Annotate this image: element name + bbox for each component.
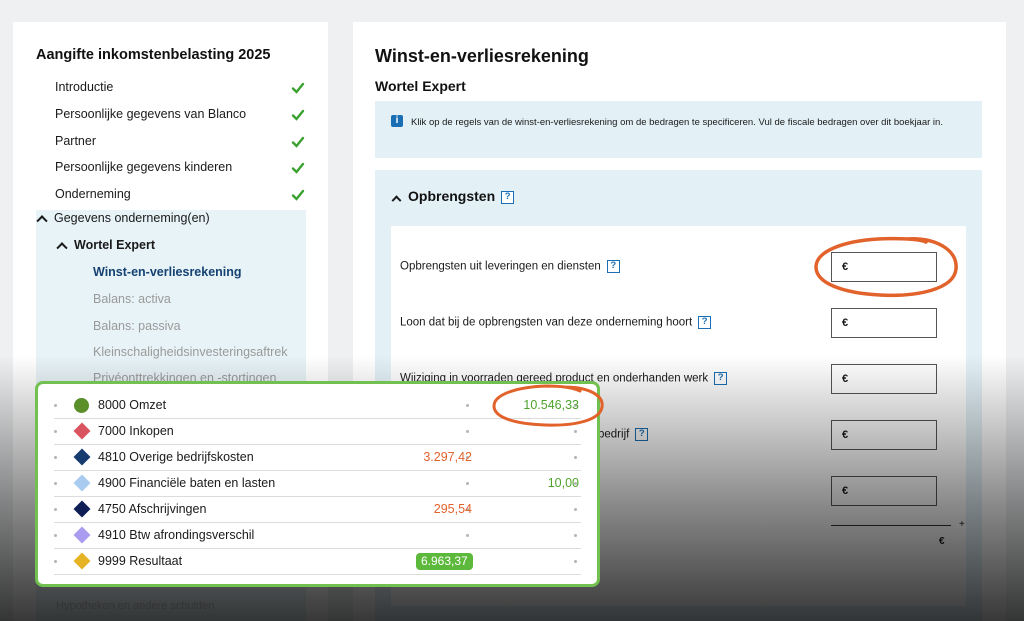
group-toggle-gegevens-onderneming[interactable]: Gegevens onderneming(en) [36, 211, 210, 227]
help-icon[interactable]: ? [698, 316, 712, 329]
help-icon[interactable]: ? [606, 260, 620, 273]
company-label: Wortel Expert [74, 238, 156, 252]
chevron-up-icon [56, 242, 68, 254]
sidebar-subitem[interactable]: Kleinschaligheidsinvesteringsaftrek [93, 345, 288, 359]
amount-input[interactable]: € [831, 308, 937, 338]
ledger-account-name: 4900 Financiële baten en lasten [98, 476, 276, 490]
field-label-text: Opbrengsten uit leveringen en diensten [400, 260, 601, 273]
sidebar-step[interactable]: Persoonlijke gegevens kinderen [55, 160, 305, 174]
separator-dot [54, 456, 57, 459]
sidebar-step[interactable]: Persoonlijke gegevens van Blanco [55, 107, 305, 121]
ledger-row[interactable]: 9999 Resultaat 6.963,37 [54, 549, 581, 575]
company-subtitle: Wortel Expert [375, 78, 466, 94]
chevron-up-icon [36, 215, 48, 227]
chevron-up-icon [391, 195, 402, 206]
separator-dot [574, 456, 577, 459]
separator-dot [54, 430, 57, 433]
separator-dot [54, 508, 57, 511]
amount-input[interactable]: € [831, 476, 937, 506]
amount-input[interactable]: € [831, 364, 937, 394]
ledger-row[interactable]: 4750 Afschrijvingen 295,54 [54, 497, 581, 523]
sidebar-step[interactable]: Introductie [55, 80, 305, 94]
field-label: bedrijf? [598, 428, 649, 441]
check-icon [291, 162, 305, 174]
amount-input[interactable]: € [831, 252, 937, 282]
group-label: Gegevens onderneming(en) [54, 211, 210, 225]
ledger-row[interactable]: 4810 Overige bedrijfskosten 3.297,42 [54, 445, 581, 471]
check-icon [291, 109, 305, 121]
sidebar-subitem[interactable]: Winst-en-verliesrekening [93, 265, 242, 279]
separator-dot [574, 560, 577, 563]
amount-input[interactable]: € [831, 420, 937, 450]
ledger-account-name: 4810 Overige bedrijfskosten [98, 450, 254, 464]
ledger-card: 8000 Omzet 10.546,33 7000 Inkopen 4810 Over… [35, 381, 600, 587]
ledger-row[interactable]: 4910 Btw afrondingsverschil [54, 523, 581, 549]
ledger-account-name: 7000 Inkopen [98, 424, 174, 438]
separator-dot [574, 430, 577, 433]
sidebar-step[interactable]: Partner [55, 134, 305, 148]
info-text: Klik op de regels van de winst-en-verlie… [411, 117, 943, 128]
separator-dot [574, 534, 577, 537]
separator-dot [466, 404, 469, 407]
ledger-debit-value: 3.297,42 [423, 450, 472, 464]
total-value: € [939, 536, 945, 547]
field-label-text: Loon dat bij de opbrengsten van deze ond… [400, 316, 693, 329]
ledger-account-name: 4910 Btw afrondingsverschil [98, 528, 255, 542]
info-icon: i [391, 115, 403, 127]
sidebar-step[interactable]: Onderneming [55, 187, 305, 201]
circle-icon [74, 398, 89, 413]
check-icon [291, 136, 305, 148]
check-icon [291, 189, 305, 201]
ledger-row[interactable]: 8000 Omzet 10.546,33 [54, 393, 581, 419]
section-title: Opbrengsten [408, 188, 496, 204]
check-icon [291, 82, 305, 94]
help-icon[interactable]: ? [714, 372, 728, 385]
company-toggle-wortel-expert[interactable]: Wortel Expert [56, 238, 156, 254]
ledger-debit-value: 295,54 [433, 502, 472, 516]
diamond-icon [73, 500, 91, 518]
info-box: i Klik op de regels van de winst-en-verl… [375, 101, 982, 158]
ledger-account-name: 9999 Resultaat [98, 554, 183, 568]
ledger-account-name: 4750 Afschrijvingen [98, 502, 207, 516]
separator-dot [574, 508, 577, 511]
page-title: Winst-en-verliesrekening [375, 46, 589, 66]
result-badge: 6.963,37 [416, 553, 473, 570]
plus-sign: + [959, 519, 965, 530]
diamond-icon [73, 474, 91, 492]
ledger-row[interactable]: 7000 Inkopen [54, 419, 581, 445]
field-label: Opbrengsten uit leveringen en diensten? [400, 260, 620, 273]
help-icon[interactable]: ? [635, 428, 649, 441]
sidebar-subitem[interactable]: Balans: activa [93, 292, 171, 306]
separator-dot [54, 534, 57, 537]
field-label-text: bedrijf [598, 428, 630, 441]
field-label: Loon dat bij de opbrengsten van deze ond… [400, 316, 712, 329]
separator-dot [466, 534, 469, 537]
diamond-icon [73, 422, 91, 440]
ledger-credit-value: 10.546,33 [523, 398, 579, 412]
separator-dot [54, 404, 57, 407]
help-icon[interactable]: ? [501, 190, 515, 204]
ledger-credit-value: 10,00 [547, 476, 579, 490]
separator-dot [466, 430, 469, 433]
section-toggle-opbrengsten[interactable]: Opbrengsten? [391, 188, 515, 206]
sidebar-item-hypotheken: Hypotheken en andere schulden [56, 600, 215, 612]
sidebar-subitem[interactable]: Balans: passiva [93, 319, 181, 333]
diamond-icon [73, 552, 91, 570]
sidebar-title: Aangifte inkomstenbelasting 2025 [36, 47, 271, 63]
separator-dot [54, 482, 57, 485]
separator-dot [54, 560, 57, 563]
sum-divider [831, 525, 951, 526]
diamond-icon [73, 526, 91, 544]
ledger-account-name: 8000 Omzet [98, 398, 167, 412]
separator-dot [466, 482, 469, 485]
diamond-icon [73, 448, 91, 466]
ledger-row[interactable]: 4900 Financiële baten en lasten 10,00 [54, 471, 581, 497]
